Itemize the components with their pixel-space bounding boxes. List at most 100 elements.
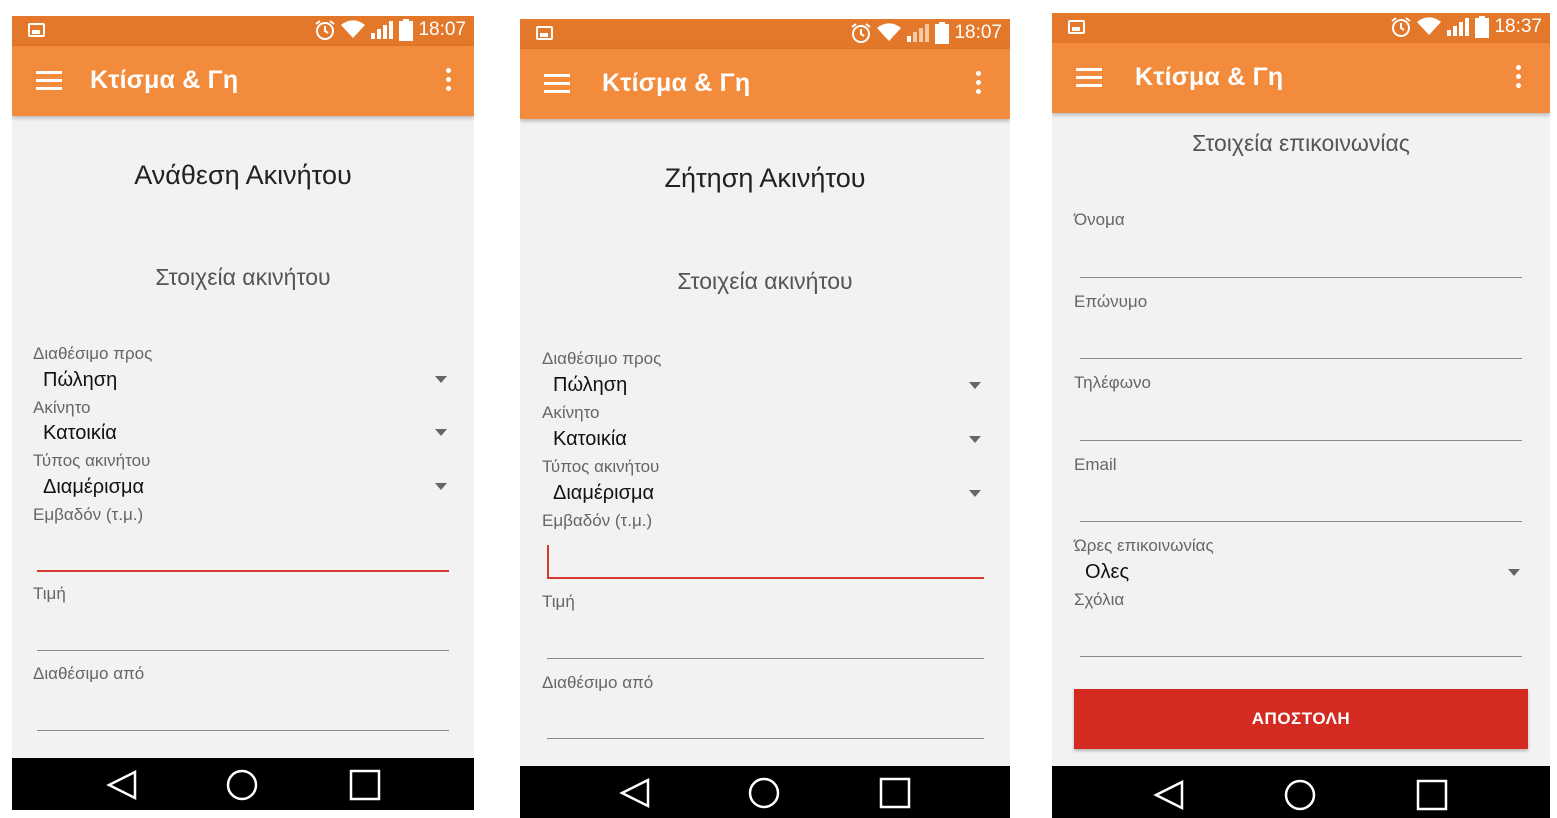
back-icon[interactable] — [105, 768, 141, 802]
phone-screen-contact-details: 18:37 Κτίσμα & Γη Στοιχεία επικοινωνίας … — [1052, 13, 1550, 818]
wifi-icon — [877, 23, 902, 41]
dropdown-arrow-icon[interactable] — [435, 429, 447, 436]
available-for-label: Διαθέσιμο προς — [542, 349, 662, 368]
image-icon — [1068, 20, 1085, 34]
wifi-icon — [1417, 17, 1442, 35]
app-bar: Κτίσμα & Γη — [12, 46, 474, 116]
status-bar: 18:37 — [1052, 13, 1550, 43]
property-label: Ακίνητο — [542, 403, 600, 422]
area-label: Εμβαδόν (τ.μ.) — [33, 505, 144, 524]
property-type-select[interactable]: Διαμέρισμα — [43, 476, 144, 499]
status-time: 18:07 — [418, 19, 466, 40]
area-input[interactable] — [37, 570, 449, 572]
first-name-input[interactable] — [1080, 277, 1522, 278]
contact-hours-select[interactable]: Ολες — [1085, 561, 1129, 584]
price-input[interactable] — [547, 658, 984, 659]
property-type-select[interactable]: Διαμέρισμα — [553, 482, 654, 505]
menu-icon[interactable] — [1076, 68, 1102, 88]
app-title: Κτίσμα & Γη — [1135, 63, 1284, 91]
recents-icon[interactable] — [878, 776, 914, 810]
recents-icon[interactable] — [1415, 778, 1451, 812]
image-icon — [28, 23, 45, 37]
status-time: 18:07 — [954, 22, 1002, 43]
send-button[interactable]: ΑΠΟΣΤΟΛΗ — [1074, 689, 1528, 749]
last-name-input[interactable] — [1080, 358, 1522, 359]
available-from-input[interactable] — [37, 730, 449, 731]
dropdown-arrow-icon[interactable] — [969, 490, 981, 497]
wifi-icon — [341, 20, 366, 38]
dropdown-arrow-icon[interactable] — [435, 483, 447, 490]
price-input[interactable] — [37, 650, 449, 651]
app-title: Κτίσμα & Γη — [90, 66, 239, 94]
battery-icon — [399, 19, 414, 41]
email-label: Email — [1074, 455, 1117, 474]
area-label: Εμβαδόν (τ.μ.) — [542, 511, 653, 530]
dropdown-arrow-icon[interactable] — [969, 436, 981, 443]
alarm-icon — [851, 23, 872, 43]
navigation-bar — [520, 766, 1010, 818]
form-content: Ζήτηση Ακινήτου Στοιχεία ακινήτου Διαθέσ… — [520, 119, 1010, 766]
app-bar: Κτίσμα & Γη — [1052, 43, 1550, 113]
recents-icon[interactable] — [348, 768, 384, 802]
menu-icon[interactable] — [544, 74, 570, 94]
comments-input[interactable] — [1080, 656, 1522, 657]
price-label: Τιμή — [542, 592, 575, 611]
battery-icon — [1475, 16, 1490, 38]
battery-icon — [935, 22, 950, 44]
alarm-icon — [1391, 17, 1412, 37]
dropdown-arrow-icon[interactable] — [1508, 569, 1520, 576]
form-content: Στοιχεία επικοινωνίας Όνομα Επώνυμο Τηλέ… — [1052, 113, 1550, 766]
signal-icon — [907, 24, 930, 42]
more-vert-icon[interactable] — [1516, 65, 1522, 91]
home-icon[interactable] — [1283, 778, 1319, 812]
available-for-select[interactable]: Πώληση — [43, 369, 117, 392]
more-vert-icon[interactable] — [446, 68, 452, 94]
app-bar: Κτίσμα & Γη — [520, 49, 1010, 119]
phone-input[interactable] — [1080, 440, 1522, 441]
page-title: Ανάθεση Ακινήτου — [134, 160, 352, 190]
navigation-bar — [1052, 766, 1550, 818]
dropdown-arrow-icon[interactable] — [969, 382, 981, 389]
property-type-label: Τύπος ακινήτου — [33, 451, 151, 470]
signal-icon — [1447, 18, 1470, 36]
text-cursor — [547, 545, 549, 577]
email-input[interactable] — [1080, 521, 1522, 522]
status-bar: 18:07 — [520, 19, 1010, 49]
status-time: 18:37 — [1494, 16, 1542, 37]
home-icon[interactable] — [747, 776, 783, 810]
phone-screen-property-listing: 18:07 Κτίσμα & Γη Ανάθεση Ακινήτου Στοιχ… — [12, 16, 474, 810]
navigation-bar — [12, 758, 474, 810]
price-label: Τιμή — [33, 584, 66, 603]
image-icon — [536, 26, 553, 40]
back-icon[interactable] — [618, 776, 654, 810]
property-select[interactable]: Κατοικία — [43, 422, 117, 445]
section-title: Στοιχεία επικοινωνίας — [1192, 130, 1410, 156]
comments-label: Σχόλια — [1074, 590, 1125, 609]
area-input[interactable] — [547, 577, 984, 579]
available-from-input[interactable] — [547, 738, 984, 739]
form-content: Ανάθεση Ακινήτου Στοιχεία ακινήτου Διαθέ… — [12, 116, 474, 758]
home-icon[interactable] — [225, 768, 261, 802]
section-title: Στοιχεία ακινήτου — [677, 268, 853, 294]
available-for-label: Διαθέσιμο προς — [33, 344, 153, 363]
status-bar: 18:07 — [12, 16, 474, 46]
more-vert-icon[interactable] — [976, 71, 982, 97]
first-name-label: Όνομα — [1074, 210, 1125, 229]
available-from-label: Διαθέσιμο από — [542, 673, 654, 692]
signal-icon — [371, 21, 394, 39]
property-select[interactable]: Κατοικία — [553, 428, 627, 451]
dropdown-arrow-icon[interactable] — [435, 376, 447, 383]
section-title: Στοιχεία ακινήτου — [155, 264, 331, 290]
page-title: Ζήτηση Ακινήτου — [664, 163, 866, 193]
property-label: Ακίνητο — [33, 398, 91, 417]
contact-hours-label: Ώρες επικοινωνίας — [1074, 536, 1214, 555]
back-icon[interactable] — [1152, 778, 1188, 812]
app-title: Κτίσμα & Γη — [602, 69, 751, 97]
available-for-select[interactable]: Πώληση — [553, 374, 627, 397]
phone-label: Τηλέφωνο — [1074, 373, 1151, 392]
available-from-label: Διαθέσιμο από — [33, 664, 145, 683]
menu-icon[interactable] — [36, 71, 62, 91]
alarm-icon — [315, 20, 336, 40]
last-name-label: Επώνυμο — [1074, 292, 1148, 311]
phone-screen-property-request: 18:07 Κτίσμα & Γη Ζήτηση Ακινήτου Στοιχε… — [520, 19, 1010, 818]
